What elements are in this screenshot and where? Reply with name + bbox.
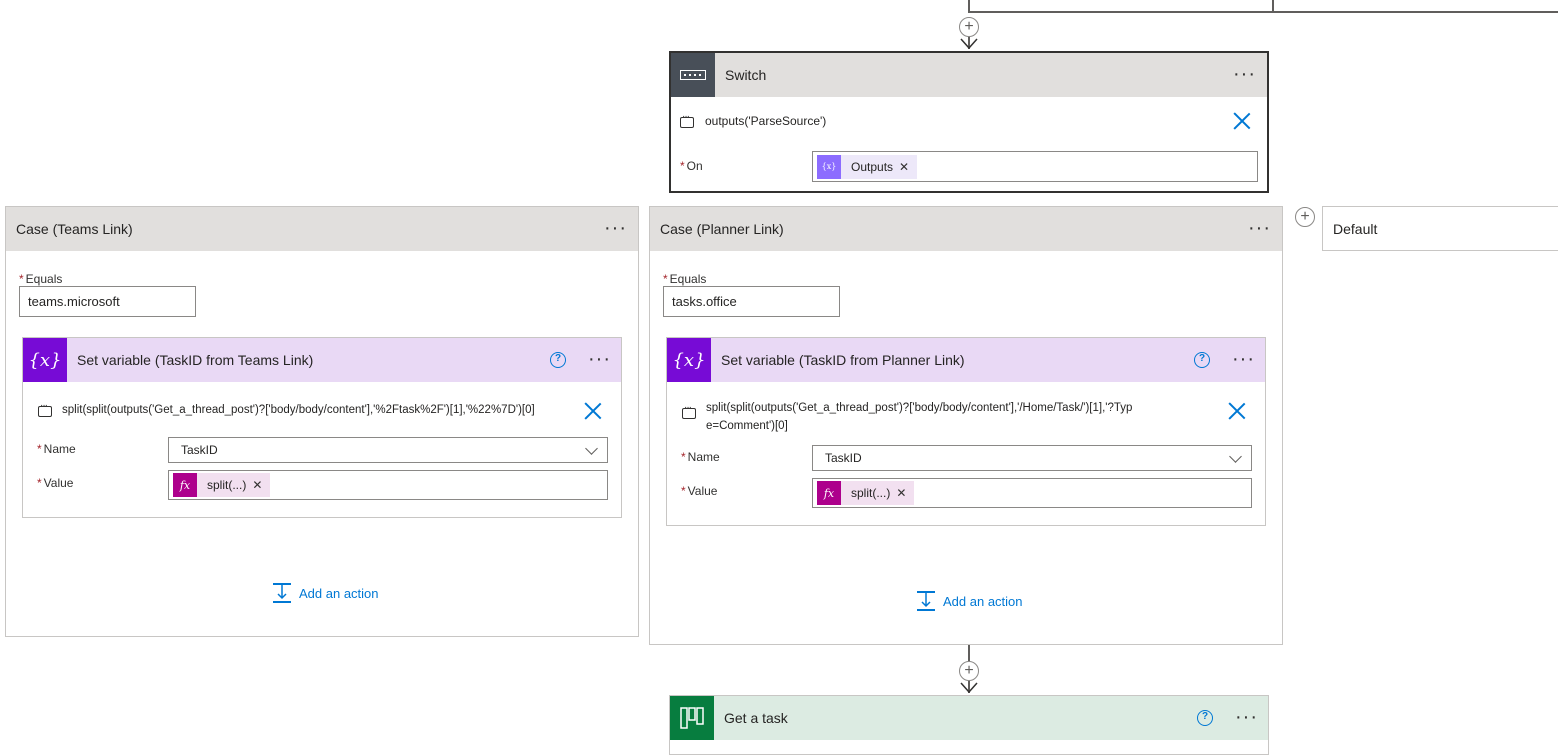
fx-icon: fx [817, 481, 841, 505]
case-teams-title: Case (Teams Link) [16, 221, 133, 237]
remove-token-icon[interactable]: ✕ [896, 486, 914, 500]
name-dropdown[interactable]: TaskID [812, 445, 1252, 471]
connector-line [1272, 0, 1274, 12]
insert-step-button[interactable]: + [959, 661, 979, 681]
expression-text: split(split(outputs('Get_a_thread_post')… [62, 404, 535, 416]
more-icon[interactable]: ··· [1248, 218, 1271, 238]
close-icon[interactable] [1233, 112, 1251, 130]
get-task-card[interactable]: Get a task ? ··· [669, 695, 1269, 755]
add-action-link[interactable]: Add an action [299, 586, 379, 601]
equals-label: * Equals [19, 272, 63, 286]
planner-icon [670, 696, 714, 740]
arrow-down-icon [960, 38, 978, 50]
add-case-button[interactable]: + [1295, 207, 1315, 227]
switch-header[interactable]: Switch [671, 53, 1267, 97]
set-variable-planner-header[interactable]: {x} Set variable (TaskID from Planner Li… [667, 338, 1265, 382]
on-label: * On [680, 159, 703, 173]
switch-title: Switch [725, 67, 767, 83]
value-label: * Value [681, 484, 718, 498]
set-variable-teams-card[interactable]: {x} Set variable (TaskID from Teams Link… [22, 337, 622, 518]
connector-line [968, 645, 970, 661]
get-task-header[interactable]: Get a task [670, 696, 1268, 740]
case-planner-card[interactable]: Case (Planner Link) ··· * Equals tasks.of… [649, 206, 1283, 645]
close-icon[interactable] [584, 402, 602, 420]
value-input[interactable]: fx split(...) ✕ [812, 478, 1252, 508]
name-dropdown[interactable]: TaskID [168, 437, 608, 463]
more-icon[interactable]: ··· [588, 349, 611, 369]
more-icon[interactable]: ··· [604, 218, 627, 238]
case-teams-card[interactable]: Case (Teams Link) ··· * Equals teams.micr… [5, 206, 639, 637]
more-icon[interactable]: ··· [1232, 349, 1255, 369]
add-action-icon[interactable] [916, 591, 936, 611]
help-icon[interactable]: ? [1194, 352, 1210, 368]
fx-icon: fx [173, 473, 197, 497]
help-icon[interactable]: ? [1197, 710, 1213, 726]
outputs-token[interactable]: {x} Outputs ✕ [817, 154, 918, 179]
value-input[interactable]: fx split(...) ✕ [168, 470, 608, 500]
expression-text: split(split(outputs('Get_a_thread_post')… [706, 402, 1133, 432]
set-variable-teams-title: Set variable (TaskID from Teams Link) [77, 352, 314, 368]
remove-token-icon[interactable]: ✕ [252, 478, 270, 492]
close-icon[interactable] [1228, 402, 1246, 420]
case-planner-title: Case (Planner Link) [660, 221, 784, 237]
name-label: * Name [681, 450, 720, 464]
fx-token[interactable]: fx split(...) ✕ [173, 473, 271, 497]
equals-label: * Equals [663, 272, 707, 286]
connector-line [968, 11, 1558, 13]
default-case-title: Default [1333, 220, 1378, 237]
outputs-icon: {x} [817, 154, 841, 179]
arrow-down-icon [960, 682, 978, 694]
case-planner-header[interactable]: Case (Planner Link) [650, 207, 1282, 251]
help-icon[interactable]: ? [550, 352, 566, 368]
get-task-title: Get a task [724, 710, 788, 726]
value-label: * Value [37, 476, 74, 490]
comment-icon[interactable] [682, 402, 696, 419]
name-label: * Name [37, 442, 76, 456]
set-variable-planner-card[interactable]: {x} Set variable (TaskID from Planner Li… [666, 337, 1266, 526]
variable-icon: {x} [667, 338, 711, 382]
default-case-card[interactable]: Default [1322, 206, 1558, 251]
set-variable-planner-title: Set variable (TaskID from Planner Link) [721, 352, 965, 368]
equals-input[interactable]: teams.microsoft [19, 286, 196, 317]
on-input[interactable]: {x} Outputs ✕ [812, 151, 1258, 182]
comment-icon[interactable] [680, 111, 694, 128]
insert-step-button[interactable]: + [959, 17, 979, 37]
switch-expression: outputs('ParseSource') [705, 114, 827, 128]
switch-icon [671, 53, 715, 97]
fx-token[interactable]: fx split(...) ✕ [817, 481, 915, 505]
add-action-link[interactable]: Add an action [943, 594, 1023, 609]
remove-token-icon[interactable]: ✕ [899, 160, 917, 174]
set-variable-teams-header[interactable]: {x} Set variable (TaskID from Teams Link… [23, 338, 621, 382]
switch-card[interactable]: Switch ··· outputs('ParseSource') *On {x… [669, 51, 1269, 193]
more-icon[interactable]: ··· [1235, 707, 1258, 727]
variable-icon: {x} [23, 338, 67, 382]
more-icon[interactable]: ··· [1233, 64, 1256, 84]
equals-input[interactable]: tasks.office [663, 286, 840, 317]
comment-icon[interactable] [38, 400, 52, 417]
case-teams-header[interactable]: Case (Teams Link) [6, 207, 638, 251]
add-action-icon[interactable] [272, 583, 292, 603]
